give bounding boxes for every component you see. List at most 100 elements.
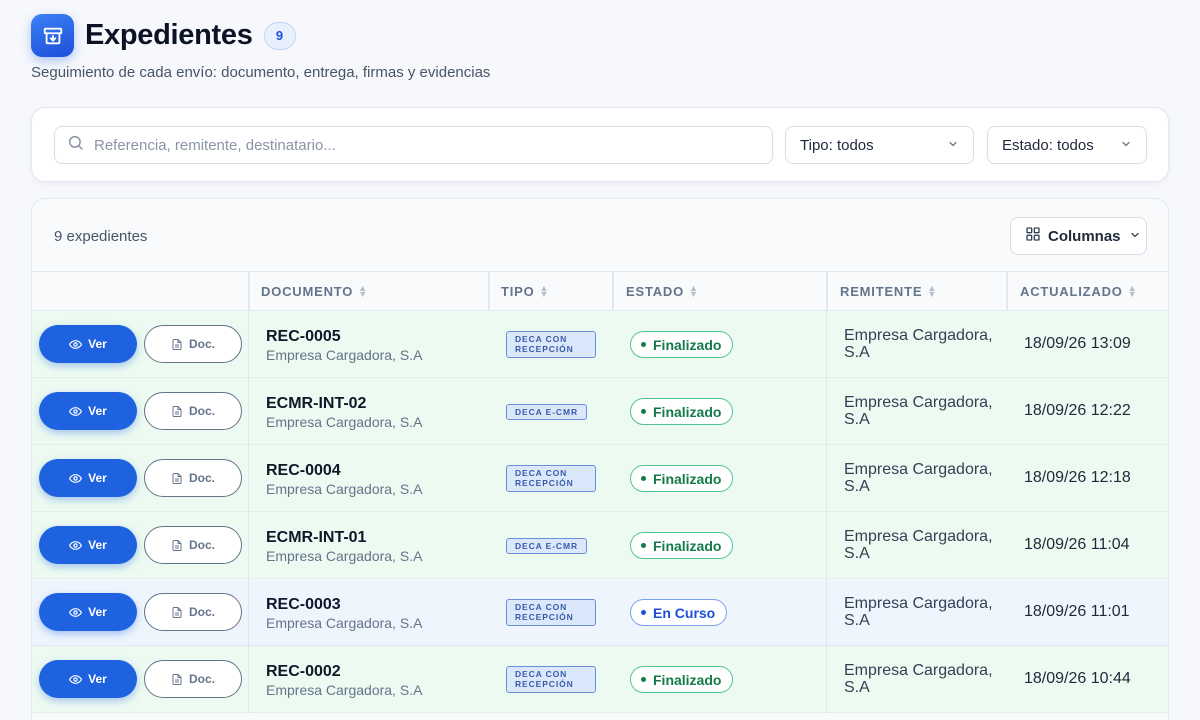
type-badge: DECA CON RECEPCIÓN — [506, 465, 596, 492]
updated-at: 18/09/26 13:09 — [1024, 335, 1131, 352]
sender: Empresa Cargadora, S.A — [844, 595, 993, 629]
view-button[interactable]: Ver — [39, 526, 137, 564]
file-icon — [172, 338, 182, 350]
column-header-estado[interactable]: ESTADO ▲ ▼ — [626, 272, 699, 310]
column-separator — [826, 311, 827, 378]
view-button[interactable]: Ver — [39, 392, 137, 430]
column-header-label: DOCUMENTO — [261, 283, 354, 299]
document-company: Empresa Cargadora, S.A — [266, 548, 423, 564]
grid-icon — [1025, 226, 1041, 246]
document-button[interactable]: Doc. — [144, 325, 242, 363]
filter-bar: Tipo: todos Estado: todos — [31, 107, 1169, 182]
sender: Empresa Cargadora, S.A — [844, 461, 993, 495]
type-badge: DECA E-CMR — [506, 538, 587, 554]
sender: Empresa Cargadora, S.A — [844, 327, 993, 361]
updated-at: 18/09/26 11:04 — [1024, 536, 1130, 553]
document-reference[interactable]: REC-0002 — [266, 663, 341, 681]
document-company: Empresa Cargadora, S.A — [266, 414, 423, 430]
column-divider[interactable] — [1006, 272, 1008, 310]
column-header-label: REMITENTE — [840, 283, 923, 299]
updated-at: 18/09/26 12:18 — [1024, 469, 1131, 486]
document-button[interactable]: Doc. — [144, 660, 242, 698]
status-dot — [641, 610, 646, 615]
column-separator — [826, 579, 827, 646]
table-row: Ver Doc. REC-0005 Empresa Cargadora, S.A… — [32, 311, 1168, 378]
tipo-select[interactable]: Tipo: todos — [785, 126, 974, 164]
sender: Empresa Cargadora, S.A — [844, 662, 993, 696]
column-header-label: ESTADO — [626, 283, 685, 299]
status-label: Finalizado — [653, 336, 722, 353]
document-company: Empresa Cargadora, S.A — [266, 615, 423, 631]
column-divider[interactable] — [826, 272, 828, 310]
status-dot — [641, 476, 646, 481]
document-button-label: Doc. — [188, 404, 215, 418]
search-box[interactable] — [54, 126, 773, 164]
column-divider[interactable] — [612, 272, 614, 310]
column-divider[interactable] — [488, 272, 490, 310]
column-separator — [826, 378, 827, 445]
file-icon — [172, 606, 182, 618]
search-input[interactable] — [94, 136, 772, 154]
column-header-actualizado[interactable]: ACTUALIZADO ▲ ▼ — [1020, 272, 1137, 310]
document-button-label: Doc. — [188, 471, 215, 485]
column-header-documento[interactable]: DOCUMENTO ▲ ▼ — [261, 272, 368, 310]
document-company: Empresa Cargadora, S.A — [266, 481, 423, 497]
column-header-remitente[interactable]: REMITENTE ▲ ▼ — [840, 272, 937, 310]
column-header-tipo[interactable]: TIPO ▲ ▼ — [501, 272, 549, 310]
view-button-label: Ver — [88, 404, 107, 418]
estado-select[interactable]: Estado: todos — [987, 126, 1147, 164]
table-row: Ver Doc. REC-0004 Empresa Cargadora, S.A… — [32, 445, 1168, 512]
column-separator — [826, 646, 827, 713]
archive-icon — [31, 14, 74, 57]
eye-icon — [69, 674, 83, 684]
status-label: Finalizado — [653, 403, 722, 420]
document-reference[interactable]: ECMR-INT-02 — [266, 395, 366, 413]
status-label: En Curso — [653, 604, 716, 621]
column-header-label: TIPO — [501, 283, 535, 299]
status-label: Finalizado — [653, 671, 722, 688]
columns-button-label: Columnas — [1048, 227, 1121, 245]
table-row: Ver Doc. REC-0003 Empresa Cargadora, S.A… — [32, 579, 1168, 646]
count-badge: 9 — [263, 21, 296, 50]
view-button[interactable]: Ver — [39, 593, 137, 631]
sort-icon: ▲ ▼ — [689, 283, 699, 299]
result-count: 9 expedientes — [54, 228, 148, 245]
status-dot — [641, 409, 646, 414]
chevron-down-icon — [947, 137, 959, 154]
view-button[interactable]: Ver — [39, 459, 137, 497]
table-body: Ver Doc. REC-0005 Empresa Cargadora, S.A… — [32, 311, 1168, 713]
view-button[interactable]: Ver — [39, 660, 137, 698]
view-button-label: Ver — [88, 471, 107, 485]
status-label: Finalizado — [653, 470, 722, 487]
column-separator — [248, 579, 249, 646]
document-button[interactable]: Doc. — [144, 593, 242, 631]
chevron-down-icon — [1120, 137, 1132, 154]
view-button[interactable]: Ver — [39, 325, 137, 363]
sort-icon: ▲ ▼ — [927, 283, 938, 299]
column-header-label: ACTUALIZADO — [1020, 283, 1123, 299]
document-button[interactable]: Doc. — [144, 392, 242, 430]
eye-icon — [69, 473, 83, 483]
document-button-label: Doc. — [188, 672, 215, 686]
type-badge: DECA CON RECEPCIÓN — [506, 599, 596, 626]
status-label: Finalizado — [653, 537, 722, 554]
document-button[interactable]: Doc. — [144, 459, 242, 497]
column-separator — [826, 445, 827, 512]
status-badge: Finalizado — [630, 398, 734, 425]
columns-button[interactable]: Columnas — [1010, 217, 1147, 255]
document-reference[interactable]: REC-0003 — [266, 596, 341, 614]
tipo-select-value: Tipo: todos — [800, 136, 874, 154]
records-table-card: 9 expedientes Columnas DOCUMENTO ▲ ▼ TIPO… — [31, 198, 1169, 720]
document-reference[interactable]: REC-0005 — [266, 328, 341, 346]
file-icon — [172, 539, 182, 551]
document-reference[interactable]: ECMR-INT-01 — [266, 529, 366, 547]
page-header: Expedientes 9 — [31, 14, 296, 57]
table-row: Ver Doc. ECMR-INT-02 Empresa Cargadora, … — [32, 378, 1168, 445]
column-separator — [248, 311, 249, 378]
document-button[interactable]: Doc. — [144, 526, 242, 564]
sender: Empresa Cargadora, S.A — [844, 528, 993, 562]
view-button-label: Ver — [88, 605, 107, 619]
document-reference[interactable]: REC-0004 — [266, 462, 341, 480]
table-row: Ver Doc. ECMR-INT-01 Empresa Cargadora, … — [32, 512, 1168, 579]
document-company: Empresa Cargadora, S.A — [266, 682, 423, 698]
